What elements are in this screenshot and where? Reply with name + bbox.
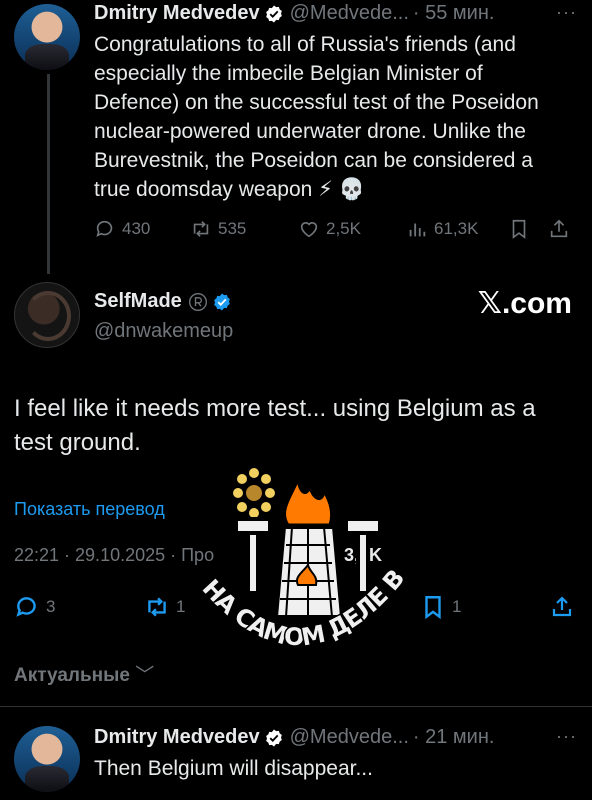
reply-icon xyxy=(96,220,113,237)
avatar[interactable] xyxy=(14,282,80,348)
tweet-datetime[interactable]: 22:21 · 29.10.2025 · Про xyxy=(14,545,214,565)
reply-count: 3 xyxy=(46,597,56,616)
tweet-header: Dmitry Medvedev @Medvede... · 55 мин. xyxy=(94,2,494,25)
avatar[interactable] xyxy=(14,4,80,70)
tweet-meta: 22:21 · 29.10.2025 · Про xyxy=(14,545,214,566)
tweet-text-line: Congratulations to all of Russia's frien… xyxy=(94,33,516,56)
author-handle-row: @dnwakemeup xyxy=(94,320,233,343)
share-button[interactable] xyxy=(550,594,580,620)
author-name[interactable]: SelfMade xyxy=(94,290,182,313)
tweet-text-line: I feel like it needs more test... using … xyxy=(14,395,536,422)
author-handle[interactable]: @Medvede... xyxy=(290,2,409,25)
tweet-header: SelfMade xyxy=(94,290,232,313)
tweet-text: Congratulations to all of Russia's frien… xyxy=(94,30,586,204)
tweet-text: I feel like it needs more test... using … xyxy=(14,392,584,460)
timestamp[interactable]: · 55 мин. xyxy=(413,2,495,25)
views-button[interactable]: 61,3K xyxy=(406,218,508,240)
bookmark-icon xyxy=(425,596,441,620)
timestamp[interactable]: · 21 мин. xyxy=(413,726,495,749)
bookmark-button[interactable] xyxy=(508,218,548,240)
share-button[interactable] xyxy=(548,218,578,240)
repost-count: 1 xyxy=(176,597,186,616)
reply-button[interactable]: 430 xyxy=(94,218,190,240)
tweet-header: Dmitry Medvedev @Medvede... · 21 мин. xyxy=(94,726,494,749)
tweet-text-line: especially the imbecile Belgian Minister… xyxy=(94,62,483,85)
verified-badge-icon xyxy=(265,5,282,22)
reply-count: 430 xyxy=(122,219,151,238)
tweet-text-line: true doomsday weapon ⚡ 💀 xyxy=(94,178,365,201)
share-icon xyxy=(550,219,568,238)
share-icon xyxy=(552,596,572,617)
bookmark-button[interactable]: 1 xyxy=(420,594,550,620)
author-name[interactable]: Dmitry Medvedev xyxy=(94,2,260,25)
flame-icon xyxy=(283,478,334,527)
verified-badge-icon xyxy=(265,729,282,746)
reply-button[interactable]: 3 xyxy=(14,594,144,620)
show-translation-link[interactable]: Показать перевод xyxy=(14,499,165,520)
views-count: 61,3K xyxy=(434,219,479,238)
reply-icon xyxy=(16,597,36,617)
x-watermark: 𝕏.com xyxy=(477,287,572,320)
sort-label: Актуальные xyxy=(14,665,130,686)
thread-line xyxy=(47,74,50,274)
like-count: 2,5K xyxy=(326,219,361,238)
avatar[interactable] xyxy=(14,726,80,792)
author-name[interactable]: Dmitry Medvedev xyxy=(94,726,260,749)
repost-button[interactable]: 535 xyxy=(190,218,298,240)
sort-replies-dropdown[interactable]: Актуальные ﹀ xyxy=(14,660,154,687)
bookmark-count: 1 xyxy=(452,597,462,616)
like-button[interactable]: 2,5K xyxy=(298,218,406,240)
more-options-icon[interactable]: ··· xyxy=(556,2,577,23)
action-bar: 430 535 2,5K 61,3K xyxy=(94,218,584,240)
repost-icon xyxy=(193,221,209,237)
luhansk-emblem-sticker: НА САМОМ ДЕЛЕ В ЛУГАНСКЕ xyxy=(188,455,408,653)
tweet-text: Then Belgium will disappear... xyxy=(94,757,373,780)
divider xyxy=(0,706,592,707)
registered-mark-icon xyxy=(188,292,207,311)
heart-icon xyxy=(300,222,318,238)
tweet-text-line: nuclear-powered underwater drone. Unlike… xyxy=(94,120,526,143)
tweet-medvedev-1[interactable]: Dmitry Medvedev @Medvede... · 55 мин. ··… xyxy=(0,0,592,274)
verified-badge-icon xyxy=(213,293,230,310)
bookmark-icon xyxy=(512,219,526,239)
tweet-text-line: Defence) on the successful test of the P… xyxy=(94,91,539,114)
chevron-down-icon: ﹀ xyxy=(135,665,155,686)
tweet-text-line: Burevestnik, the Poseidon can be conside… xyxy=(94,149,533,172)
author-handle[interactable]: @Medvede... xyxy=(290,726,409,749)
views-icon xyxy=(409,223,426,237)
more-options-icon[interactable]: ··· xyxy=(556,726,577,747)
repost-count: 535 xyxy=(218,219,247,238)
repost-icon xyxy=(148,597,166,617)
author-handle[interactable]: @dnwakemeup xyxy=(94,320,233,343)
gold-stars-icon xyxy=(233,468,275,518)
